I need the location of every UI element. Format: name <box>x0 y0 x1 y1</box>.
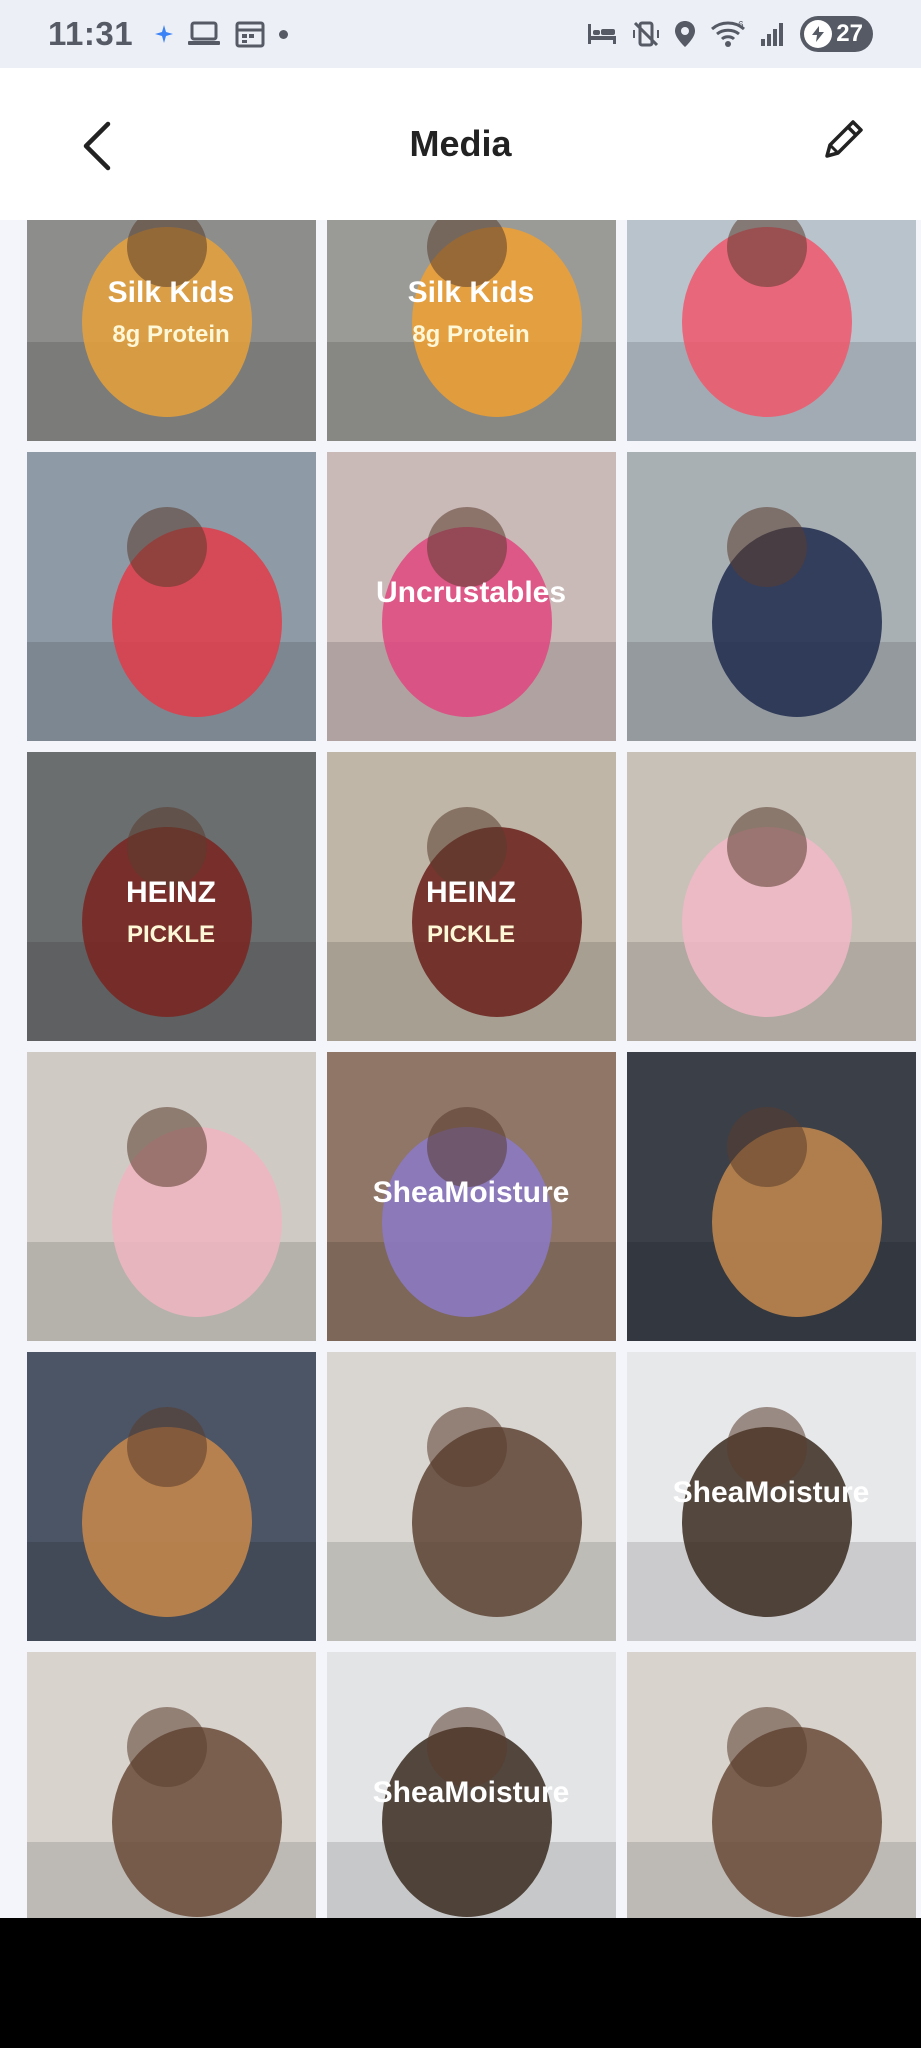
photo-image <box>27 1652 316 1918</box>
notification-dot-icon <box>279 29 289 39</box>
photo-image <box>27 1052 316 1341</box>
system-navigation-bar <box>0 1918 921 2048</box>
media-thumbnail[interactable] <box>27 1352 316 1641</box>
laptop-icon <box>187 21 221 47</box>
product-sublabel: 8g Protein <box>412 321 529 348</box>
edit-button[interactable] <box>819 114 869 164</box>
battery-level: 27 <box>836 20 863 47</box>
back-button[interactable] <box>78 120 118 172</box>
vibrate-mute-icon <box>632 20 660 48</box>
media-thumbnail[interactable]: HEINZ PICKLE <box>27 752 316 1041</box>
media-thumbnail[interactable]: SheaMoisture <box>627 1352 916 1641</box>
pencil-icon <box>825 120 863 158</box>
signal-icon <box>760 21 786 47</box>
photo-image: Uncrustables <box>327 452 616 741</box>
photo-image <box>627 1652 916 1918</box>
media-thumbnail[interactable] <box>327 1352 616 1641</box>
photo-image <box>627 220 916 441</box>
product-label: Uncrustables <box>376 576 566 609</box>
product-label: Silk Kids <box>408 276 535 309</box>
photo-image: Silk Kids 8g Protein <box>327 220 616 441</box>
status-right-icons: 6 27 <box>586 16 873 52</box>
status-left-icons <box>155 20 289 48</box>
back-arrow-icon <box>83 121 111 171</box>
media-thumbnail[interactable]: Silk Kids 8g Protein <box>327 220 616 441</box>
media-thumbnail[interactable] <box>27 452 316 741</box>
media-thumbnail[interactable]: Silk Kids 8g Protein <box>27 220 316 441</box>
product-label: SheaMoisture <box>373 1176 570 1209</box>
media-gallery[interactable]: Silk Kids 8g Protein Silk Kids 8g Protein Un… <box>0 220 921 1918</box>
media-thumbnail[interactable]: SheaMoisture <box>327 1652 616 1918</box>
media-thumbnail[interactable] <box>27 1052 316 1341</box>
product-sublabel: 8g Protein <box>112 321 229 348</box>
media-thumbnail[interactable] <box>627 752 916 1041</box>
media-thumbnail[interactable]: Uncrustables <box>327 452 616 741</box>
media-thumbnail[interactable] <box>627 220 916 441</box>
media-thumbnail[interactable] <box>27 1652 316 1918</box>
status-time: 11:31 <box>48 15 134 52</box>
calendar-icon <box>235 20 265 48</box>
photo-image <box>327 1352 616 1641</box>
location-icon <box>674 20 696 48</box>
photo-image: SheaMoisture <box>327 1052 616 1341</box>
photo-image: Silk Kids 8g Protein <box>27 220 316 441</box>
product-label: SheaMoisture <box>673 1476 870 1509</box>
photo-image: SheaMoisture <box>327 1652 616 1918</box>
bolt-icon <box>804 20 833 48</box>
battery-icon: 27 <box>800 16 873 52</box>
photo-image: HEINZ PICKLE <box>327 752 616 1041</box>
photo-image: SheaMoisture <box>627 1352 916 1641</box>
media-thumbnail[interactable] <box>627 452 916 741</box>
product-sublabel: PICKLE <box>427 921 515 948</box>
media-thumbnail[interactable] <box>627 1052 916 1341</box>
product-label: HEINZ <box>426 876 516 909</box>
photo-image <box>627 752 916 1041</box>
bed-icon <box>586 22 618 46</box>
status-bar: 11:31 6 27 <box>0 0 921 68</box>
media-thumbnail[interactable] <box>627 1652 916 1918</box>
wifi-label: 6 <box>738 20 744 31</box>
photo-image <box>627 452 916 741</box>
photo-image <box>27 452 316 741</box>
app-header: Media <box>0 68 921 220</box>
product-label: HEINZ <box>126 876 216 909</box>
page-title: Media <box>409 123 512 164</box>
sparkle-icon <box>155 25 174 43</box>
media-thumbnail[interactable]: SheaMoisture <box>327 1052 616 1341</box>
product-label: SheaMoisture <box>373 1776 570 1809</box>
photo-image: HEINZ PICKLE <box>27 752 316 1041</box>
media-thumbnail[interactable]: HEINZ PICKLE <box>327 752 616 1041</box>
photo-image <box>627 1052 916 1341</box>
photo-image <box>27 1352 316 1641</box>
product-label: Silk Kids <box>108 276 235 309</box>
product-sublabel: PICKLE <box>127 921 215 948</box>
wifi-icon: 6 <box>710 20 746 48</box>
